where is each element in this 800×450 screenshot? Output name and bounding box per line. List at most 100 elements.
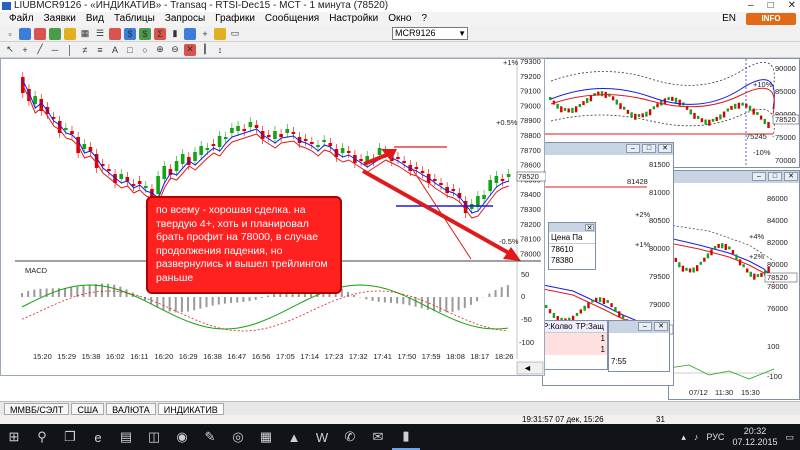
hline-icon[interactable]: ─ xyxy=(49,44,61,56)
notification-icon[interactable]: ▭ xyxy=(785,432,794,443)
edge-icon[interactable]: e xyxy=(84,424,112,450)
x-tick-label: 17:59 xyxy=(422,352,441,361)
maximize-button[interactable]: □ xyxy=(768,0,774,12)
candle xyxy=(236,126,240,131)
mini-candle xyxy=(610,303,613,308)
close-button[interactable]: ✕ xyxy=(585,224,594,232)
channel-icon[interactable]: ≠ xyxy=(79,44,91,56)
zoom-in-icon[interactable]: ⊕ xyxy=(154,44,166,56)
candle-icon[interactable]: ┃ xyxy=(199,44,211,56)
positions-row[interactable]: 1 xyxy=(541,344,607,355)
order-book-row[interactable]: 78380 xyxy=(549,255,595,266)
middle-titlebar: – □ ✕ xyxy=(543,143,673,155)
macd-tick-2: -50 xyxy=(521,315,532,324)
circle-icon[interactable]: ○ xyxy=(139,44,151,56)
menu-tables[interactable]: Таблицы xyxy=(109,12,160,26)
scale-icon[interactable]: ↕ xyxy=(214,44,226,56)
stop-icon[interactable] xyxy=(109,27,121,40)
menu-messages[interactable]: Сообщения xyxy=(260,12,324,26)
candle xyxy=(144,186,148,188)
rect-icon[interactable]: □ xyxy=(124,44,136,56)
tab-indicative[interactable]: ИНДИКАТИВ xyxy=(157,403,224,415)
money-icon[interactable]: $ xyxy=(124,27,136,40)
menu-view[interactable]: Вид xyxy=(81,12,109,26)
zoom-out-icon[interactable]: ⊖ xyxy=(169,44,181,56)
mini-candle xyxy=(700,118,704,123)
mail-icon[interactable]: ✉ xyxy=(364,424,392,450)
clock[interactable]: 20:32 07.12.2015 xyxy=(732,426,777,448)
x-tick-label: 16:38 xyxy=(203,352,222,361)
menu-orders[interactable]: Заявки xyxy=(39,12,81,26)
minimize-button[interactable]: – xyxy=(638,322,652,331)
menu-charts[interactable]: Графики xyxy=(210,12,260,26)
pin-icon[interactable]: ✎ xyxy=(196,424,224,450)
close-button[interactable]: ✕ xyxy=(784,172,798,181)
plus-icon[interactable]: + xyxy=(199,28,211,40)
pdf-icon[interactable]: ▲ xyxy=(280,424,308,450)
line-icon[interactable]: ╱ xyxy=(34,44,46,56)
dollar-icon[interactable]: $ xyxy=(139,27,151,40)
fibo-icon[interactable]: ≡ xyxy=(94,44,106,56)
news-icon[interactable] xyxy=(184,27,196,40)
volume-icon[interactable]: ♪ xyxy=(694,432,699,442)
alert-icon[interactable] xyxy=(214,27,226,40)
taskbar-lang[interactable]: РУС xyxy=(706,432,724,442)
mini-candle xyxy=(674,97,678,103)
task-view-icon[interactable]: ❐ xyxy=(56,424,84,450)
ticker-select[interactable]: MCR9126 ▼ xyxy=(392,27,468,40)
minimize-button[interactable]: – xyxy=(626,144,640,153)
vline-icon[interactable]: │ xyxy=(64,44,76,56)
table-icon[interactable] xyxy=(49,27,61,40)
close-button[interactable]: ✕ xyxy=(658,144,672,153)
tab-mmvb[interactable]: ММВБ/СЭЛТ xyxy=(4,403,70,415)
maximize-button[interactable]: □ xyxy=(642,144,656,153)
text-icon[interactable]: A xyxy=(109,44,121,56)
windows-start-icon[interactable]: ⊞ xyxy=(0,424,28,450)
language-indicator[interactable]: EN xyxy=(722,12,736,26)
minimize-button[interactable]: – xyxy=(748,0,754,12)
order-book-row[interactable]: 78610 xyxy=(549,244,595,255)
mini-candle xyxy=(591,299,594,303)
close-button[interactable]: ✕ xyxy=(788,0,796,12)
close-button[interactable]: ✕ xyxy=(654,322,668,331)
sigma-icon[interactable]: Σ xyxy=(154,27,166,40)
tab-currency[interactable]: ВАЛЮТА xyxy=(106,403,156,415)
folder-icon[interactable] xyxy=(64,27,76,40)
crosshair-icon[interactable]: + xyxy=(19,44,31,56)
explorer-icon[interactable]: ▤ xyxy=(112,424,140,450)
bar-icon[interactable]: ▮ xyxy=(169,28,181,40)
menu-requests[interactable]: Запросы xyxy=(160,12,210,26)
candle xyxy=(21,77,25,93)
delete-icon[interactable]: ✕ xyxy=(184,43,196,56)
menu-settings[interactable]: Настройки xyxy=(324,12,383,26)
word-icon[interactable]: W xyxy=(308,424,336,450)
menu-help[interactable]: ? xyxy=(417,12,433,26)
info-button[interactable]: INFO xyxy=(746,13,796,25)
viber-icon[interactable]: ✆ xyxy=(336,424,364,450)
tr-pct-down: -10% xyxy=(753,148,771,157)
fr-ytick-3: 80000 xyxy=(767,260,788,269)
grid-icon[interactable]: ▦ xyxy=(79,28,91,40)
chart-icon[interactable] xyxy=(19,27,31,40)
media-icon[interactable]: ◉ xyxy=(168,424,196,450)
menu-window[interactable]: Окно xyxy=(383,12,416,26)
positions-row[interactable]: 1 xyxy=(541,333,607,344)
candle xyxy=(137,181,142,184)
macd-bar xyxy=(476,297,479,302)
order-icon[interactable] xyxy=(34,27,46,40)
cursor-icon[interactable]: ↖ xyxy=(4,44,16,56)
maximize-button[interactable]: □ xyxy=(768,172,782,181)
search-icon[interactable]: ⚲ xyxy=(28,424,56,450)
macd-bar xyxy=(180,297,183,313)
tab-usa[interactable]: США xyxy=(71,403,105,415)
chrome-icon[interactable]: ◎ xyxy=(224,424,252,450)
store-icon[interactable]: ◫ xyxy=(140,424,168,450)
window-icon[interactable]: ▭ xyxy=(229,28,241,40)
new-icon[interactable]: ▫ xyxy=(4,28,16,40)
network-icon[interactable]: ▴ xyxy=(681,432,686,443)
transaq-icon[interactable]: ▮ xyxy=(392,424,420,450)
list-icon[interactable]: ☰ xyxy=(94,28,106,40)
minimize-button[interactable]: – xyxy=(752,172,766,181)
menu-file[interactable]: Файл xyxy=(4,12,39,26)
calculator-icon[interactable]: ▦ xyxy=(252,424,280,450)
